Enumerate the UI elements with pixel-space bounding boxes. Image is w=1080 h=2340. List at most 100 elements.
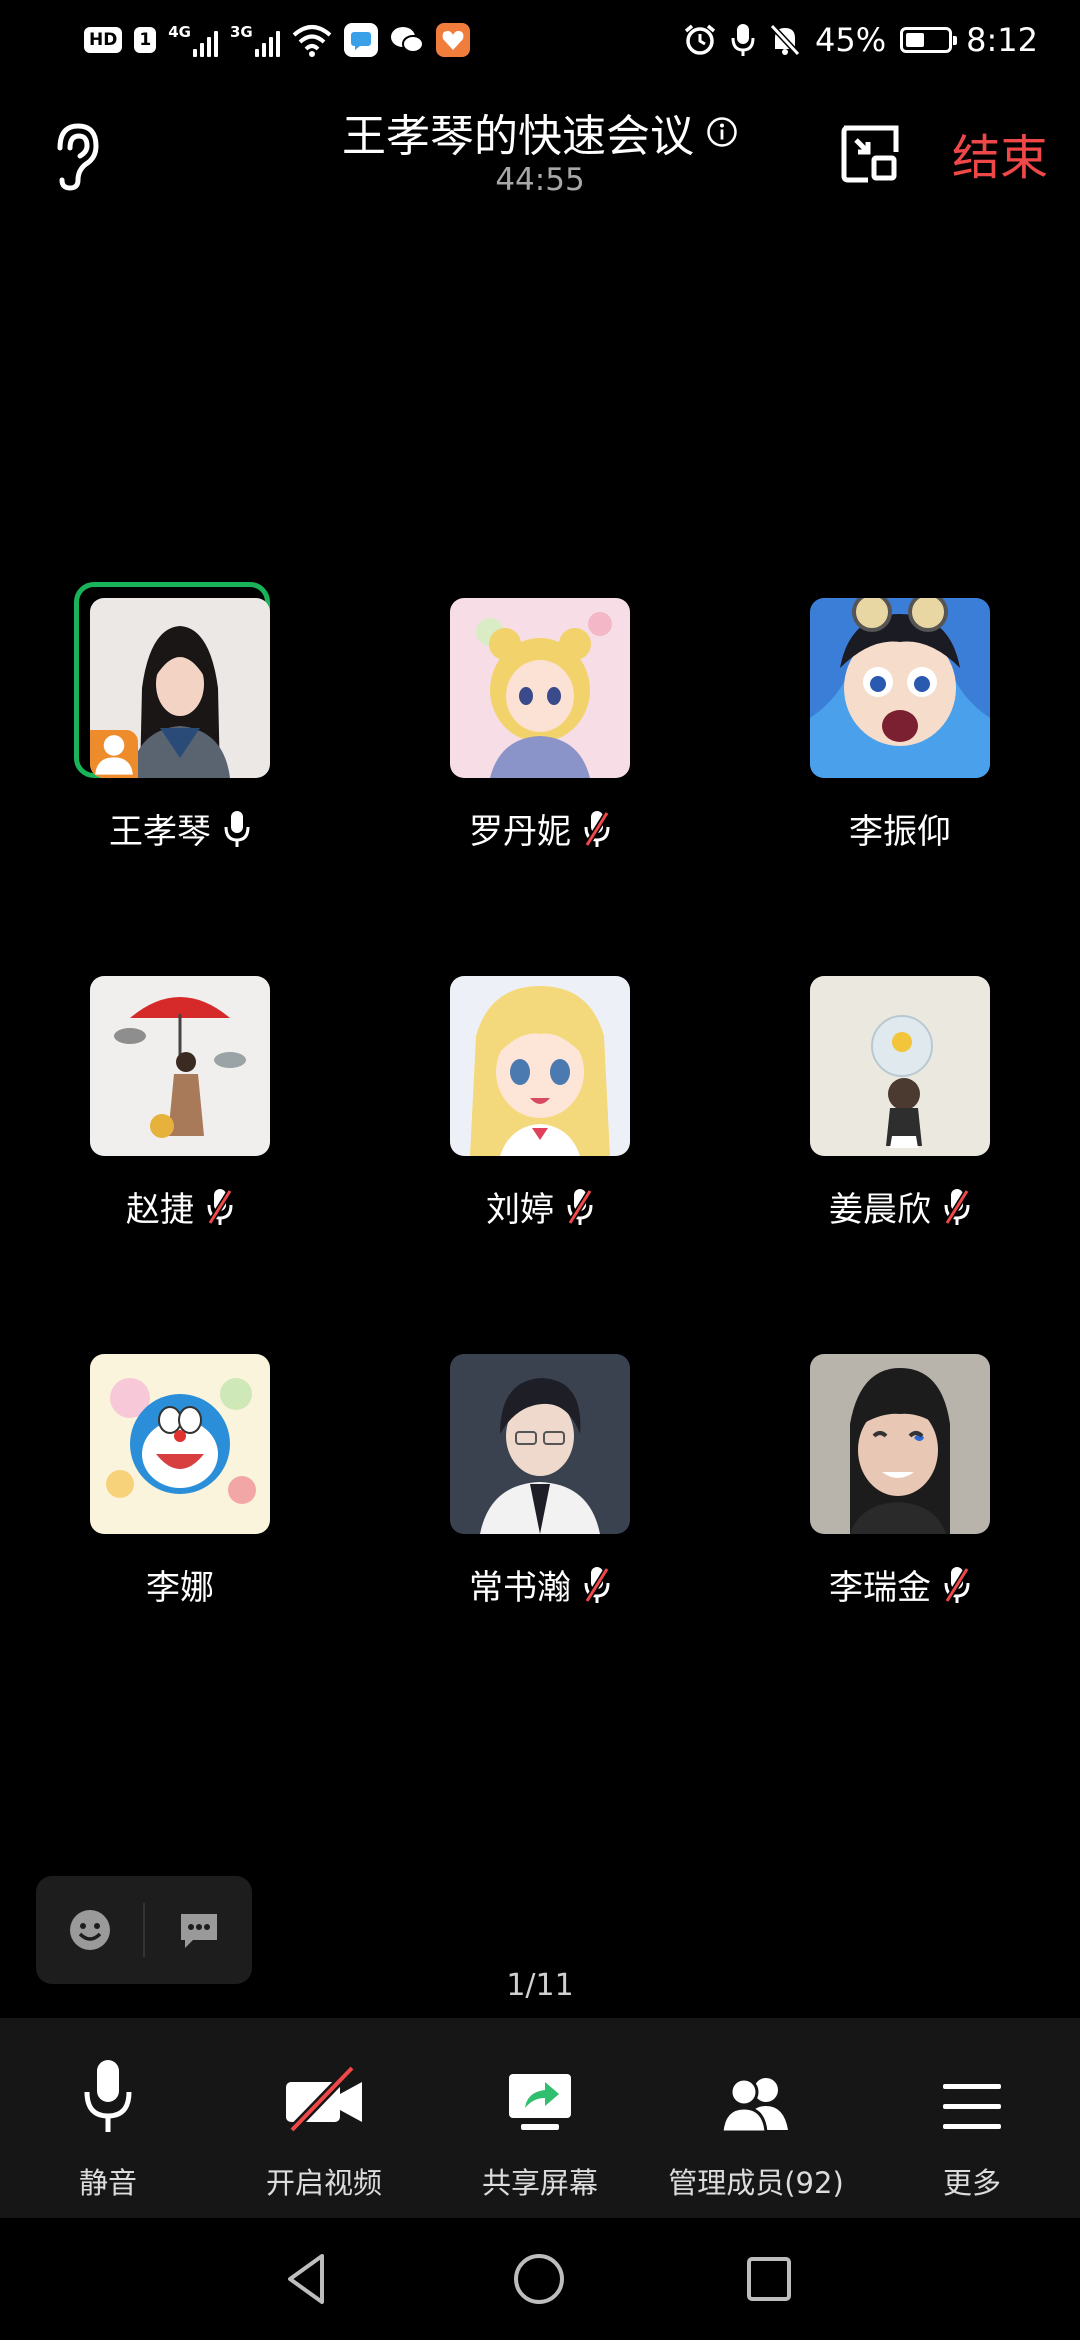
microphone-muted-icon bbox=[584, 810, 610, 847]
participant-name: 李振仰 bbox=[849, 812, 951, 852]
end-meeting-button[interactable]: 结束 bbox=[952, 118, 1048, 188]
avatar bbox=[810, 976, 990, 1156]
signal-bars-icon bbox=[254, 27, 280, 57]
picture-in-picture-icon bbox=[841, 125, 899, 183]
meeting-toolbar: 静音 开启视频 共享屏幕 管理成员(92) 更多 bbox=[0, 2018, 1080, 2218]
nav-recents-button[interactable] bbox=[734, 2244, 804, 2314]
microphone-muted-icon bbox=[944, 1188, 970, 1225]
signal-bars-icon bbox=[192, 27, 218, 57]
share-screen-button[interactable]: 共享屏幕 bbox=[432, 2018, 648, 2218]
signal-4g: 4G bbox=[168, 23, 218, 57]
status-left: HD 1 4G 3G bbox=[84, 18, 470, 62]
share-screen-icon bbox=[509, 2074, 571, 2130]
message-app-icon bbox=[343, 23, 378, 57]
back-triangle-icon bbox=[288, 2254, 324, 2304]
meeting-title: 王孝琴的快速会议 bbox=[342, 111, 694, 162]
hd-indicator: HD bbox=[84, 27, 123, 53]
avatar-image bbox=[450, 598, 630, 778]
net1-label: 4G bbox=[168, 23, 191, 41]
participant-name: 赵捷 bbox=[126, 1190, 194, 1230]
participant-name: 刘婷 bbox=[486, 1190, 554, 1230]
avatar-image bbox=[90, 976, 270, 1156]
battery-icon bbox=[900, 27, 958, 53]
microphone-on-icon bbox=[224, 810, 250, 847]
mute-label: 静音 bbox=[78, 2166, 137, 2200]
alarm-icon bbox=[684, 24, 716, 55]
signal-3g: 3G bbox=[230, 23, 280, 57]
participant-name: 李娜 bbox=[146, 1568, 214, 1608]
participant-label: 姜晨欣 bbox=[760, 1182, 1040, 1231]
start-video-button[interactable]: 开启视频 bbox=[216, 2018, 432, 2218]
participant-label: 赵捷 bbox=[40, 1182, 320, 1231]
menu-icon bbox=[943, 2084, 1001, 2129]
meeting-timer: 44:55 bbox=[495, 162, 585, 198]
microphone-muted-icon bbox=[207, 1188, 233, 1225]
recents-square-icon bbox=[747, 2257, 791, 2301]
participant-name: 常书瀚 bbox=[469, 1568, 571, 1608]
video-label: 开启视频 bbox=[265, 2166, 382, 2200]
host-person-icon bbox=[95, 735, 133, 775]
participant-label: 常书瀚 bbox=[400, 1560, 680, 1609]
manage-members-button[interactable]: 管理成员(92) bbox=[648, 2018, 864, 2218]
chat-bubble-icon bbox=[180, 1914, 217, 1948]
nav-back-button[interactable] bbox=[274, 2244, 344, 2314]
avatar-image bbox=[810, 976, 990, 1156]
avatar bbox=[90, 598, 270, 778]
microphone-muted-icon bbox=[567, 1188, 593, 1225]
video-icon-wrap bbox=[274, 2054, 374, 2134]
microphone-icon bbox=[84, 2060, 132, 2132]
more-icon-wrap bbox=[922, 2054, 1022, 2134]
avatar bbox=[810, 598, 990, 778]
status-bar: HD 1 4G 3G 45% 8:12 bbox=[0, 0, 1080, 80]
meeting-title-row[interactable]: 王孝琴的快速会议 bbox=[0, 100, 1080, 164]
members-icon-wrap bbox=[706, 2054, 806, 2134]
members-label: 管理成员(92) bbox=[668, 2166, 844, 2200]
participant-label: 王孝琴 bbox=[40, 804, 320, 853]
mute-button[interactable]: 静音 bbox=[0, 2018, 216, 2218]
participant-name: 罗丹妮 bbox=[469, 812, 571, 852]
avatar bbox=[450, 1354, 630, 1534]
video-off-icon bbox=[286, 2064, 362, 2134]
avatar-image bbox=[450, 976, 630, 1156]
microphone-muted-icon bbox=[944, 1566, 970, 1603]
sim1-indicator: 1 bbox=[134, 27, 157, 53]
avatar bbox=[90, 1354, 270, 1534]
bell-muted-icon bbox=[769, 23, 801, 57]
more-label: 更多 bbox=[942, 2166, 1001, 2200]
clock: 8:12 bbox=[966, 21, 1038, 59]
participant-label: 李娜 bbox=[40, 1560, 320, 1609]
nav-home-button[interactable] bbox=[504, 2244, 574, 2314]
avatar bbox=[450, 976, 630, 1156]
microphone-muted-icon bbox=[584, 1566, 610, 1603]
participant-label: 李振仰 bbox=[760, 804, 1040, 853]
net2-label: 3G bbox=[229, 23, 253, 41]
avatar-image bbox=[810, 1354, 990, 1534]
battery-level bbox=[906, 33, 925, 47]
mute-icon-wrap bbox=[58, 2054, 158, 2134]
wifi-icon bbox=[292, 25, 332, 57]
avatar bbox=[450, 598, 630, 778]
emoji-icon bbox=[69, 1910, 110, 1950]
participant-name: 姜晨欣 bbox=[829, 1190, 931, 1230]
info-icon[interactable] bbox=[706, 116, 738, 148]
minimize-window-button[interactable] bbox=[838, 122, 902, 186]
wechat-icon bbox=[390, 23, 424, 57]
health-app-icon bbox=[435, 23, 470, 57]
participant-label: 罗丹妮 bbox=[400, 804, 680, 853]
microphone-active-icon bbox=[731, 24, 755, 56]
host-badge bbox=[90, 730, 138, 778]
avatar-image bbox=[810, 598, 990, 778]
avatar bbox=[810, 1354, 990, 1534]
avatar bbox=[90, 976, 270, 1156]
avatar-image bbox=[450, 1354, 630, 1534]
avatar-image bbox=[90, 1354, 270, 1534]
battery-percent: 45% bbox=[815, 21, 887, 59]
system-nav-bar bbox=[0, 2218, 1080, 2340]
participant-name: 李瑞金 bbox=[829, 1568, 931, 1608]
participant-label: 刘婷 bbox=[400, 1182, 680, 1231]
participant-label: 李瑞金 bbox=[760, 1560, 1040, 1609]
more-button[interactable]: 更多 bbox=[864, 2018, 1080, 2218]
page-indicator: 1/11 bbox=[506, 1968, 574, 2003]
participant-name: 王孝琴 bbox=[109, 812, 211, 852]
share-label: 共享屏幕 bbox=[481, 2166, 598, 2200]
